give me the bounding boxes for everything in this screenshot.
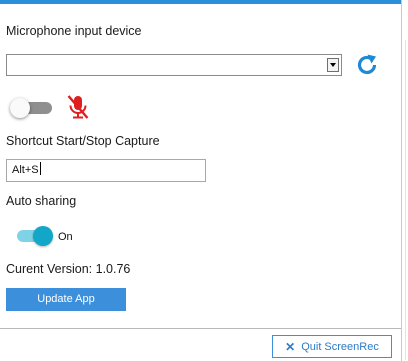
quit-button[interactable]: ✕ Quit ScreenRec [272,335,392,358]
text-caret [39,162,41,175]
microphone-label: Microphone input device [6,24,142,38]
shortcut-input[interactable]: Alt+S [6,159,206,182]
auto-sharing-toggle[interactable] [11,226,53,246]
microphone-muted-icon[interactable] [66,94,90,120]
update-app-button[interactable]: Update App [6,288,126,311]
footer-divider [0,328,401,329]
shortcut-value: Alt+S [12,164,39,176]
quit-button-label: Quit ScreenRec [301,340,379,353]
chevron-down-icon[interactable] [327,58,339,72]
auto-sharing-label: Auto sharing [6,194,77,208]
microphone-device-select[interactable] [6,54,342,76]
microphone-toggle[interactable] [10,98,52,118]
toggle-knob [10,98,30,118]
x-icon: ✕ [285,339,296,354]
shortcut-label: Shortcut Start/Stop Capture [6,134,160,148]
version-text: Curent Version: 1.0.76 [6,262,131,276]
accent-top-bar [0,0,401,4]
toggle-knob [33,226,53,246]
auto-sharing-state: On [58,231,73,243]
scroll-gutter [402,0,408,361]
refresh-icon[interactable] [355,53,379,77]
settings-panel: Microphone input device Shortcut Start/S… [0,0,408,361]
